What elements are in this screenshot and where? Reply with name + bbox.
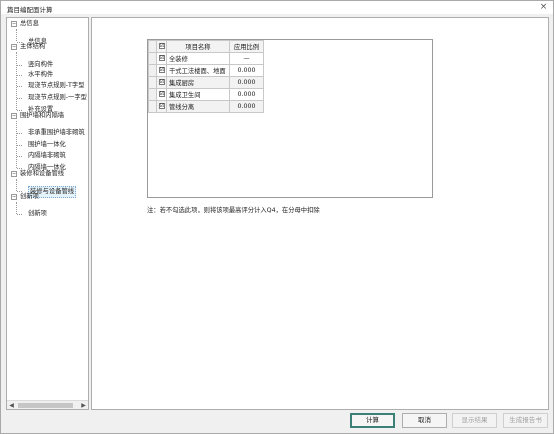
nav-tree-panel: − 总信息 总信息 − 主体结构 竖向构件 水平构件 现浇节点规则-T字型 现浇…	[6, 17, 89, 410]
scroll-thumb[interactable]	[18, 403, 73, 408]
row-header[interactable]	[148, 76, 157, 89]
row-name: 全装修	[166, 52, 230, 65]
dialog-window: 篇目编配面计算 × − 总信息 总信息 − 主体结构 竖向构件 水平构件 现浇节…	[0, 0, 554, 434]
close-icon[interactable]: ×	[538, 2, 549, 13]
collapse-icon[interactable]: −	[11, 21, 17, 27]
select-all-checkbox[interactable]: ☑	[156, 40, 167, 53]
row-header[interactable]	[148, 100, 157, 113]
window-title: 篇目编配面计算	[7, 6, 53, 14]
row-checkbox[interactable]: ☑	[156, 64, 167, 77]
row-checkbox[interactable]: ☑	[156, 100, 167, 113]
row-header[interactable]	[148, 64, 157, 77]
row-name: 集成厨房	[166, 76, 230, 89]
row-checkbox[interactable]: ☑	[156, 76, 167, 89]
row-ratio[interactable]: 0.000	[229, 88, 264, 101]
collapse-icon[interactable]: −	[11, 171, 17, 177]
nav-tree: − 总信息 总信息 − 主体结构 竖向构件 水平构件 现浇节点规则-T字型 现浇…	[11, 20, 87, 217]
generate-report-button[interactable]: 生成报告书	[503, 413, 548, 428]
title-bar: 篇目编配面计算 ×	[1, 1, 553, 14]
row-ratio[interactable]: 0.000	[229, 76, 264, 89]
row-checkbox[interactable]: ☑	[156, 88, 167, 101]
row-checkbox[interactable]: ☑	[156, 52, 167, 65]
calculate-button[interactable]: 计算	[350, 413, 395, 428]
scroll-right-icon[interactable]: ▶	[79, 401, 88, 409]
row-header[interactable]	[148, 88, 157, 101]
table-row[interactable]: ☑ 全装修 —	[148, 52, 264, 65]
content-panel: ☑ 项目名称 应用比例 ☑ 全装修 — ☑ 干式工法楼面、地面 0.000 ☑ …	[91, 17, 549, 410]
table-row[interactable]: ☑ 管线分离 0.000	[148, 100, 264, 113]
horizontal-scrollbar[interactable]: ◀ ▶	[7, 400, 88, 409]
row-name: 管线分离	[166, 100, 230, 113]
collapse-icon[interactable]: −	[11, 44, 17, 50]
collapse-icon[interactable]: −	[11, 194, 17, 200]
row-name: 干式工法楼面、地面	[166, 64, 230, 77]
column-header-name: 项目名称	[166, 40, 230, 53]
table-row[interactable]: ☑ 集成卫生间 0.000	[148, 88, 264, 101]
items-grid: ☑ 项目名称 应用比例 ☑ 全装修 — ☑ 干式工法楼面、地面 0.000 ☑ …	[147, 39, 433, 198]
row-header[interactable]	[148, 52, 157, 65]
collapse-icon[interactable]: −	[11, 113, 17, 119]
table-row[interactable]: ☑ 干式工法楼面、地面 0.000	[148, 64, 264, 77]
items-table: ☑ 项目名称 应用比例 ☑ 全装修 — ☑ 干式工法楼面、地面 0.000 ☑ …	[148, 40, 264, 113]
row-ratio[interactable]: 0.000	[229, 100, 264, 113]
column-header-ratio: 应用比例	[229, 40, 264, 53]
show-result-button[interactable]: 显示结果	[452, 413, 497, 428]
note-text: 注：若不勾选此项，则将该项最高评分计入Q4，在分母中扣除	[147, 207, 320, 214]
scroll-left-icon[interactable]: ◀	[7, 401, 16, 409]
table-row[interactable]: ☑ 集成厨房 0.000	[148, 76, 264, 89]
row-ratio: —	[229, 52, 264, 65]
cancel-button[interactable]: 取消	[402, 413, 447, 428]
row-header-corner	[148, 40, 157, 53]
row-ratio[interactable]: 0.000	[229, 64, 264, 77]
row-name: 集成卫生间	[166, 88, 230, 101]
table-header-row: ☑ 项目名称 应用比例	[148, 40, 264, 53]
